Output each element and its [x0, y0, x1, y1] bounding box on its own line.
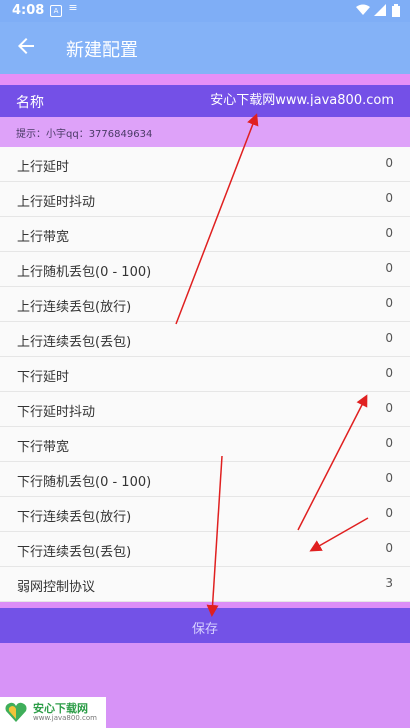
app-bar: 新建配置 [0, 22, 410, 74]
settings-row[interactable]: 下行延时抖动 0 [0, 392, 410, 427]
settings-row-value: 0 [385, 226, 393, 240]
name-input[interactable] [134, 91, 394, 106]
settings-row-value: 3 [385, 576, 393, 590]
settings-row-value: 0 [385, 296, 393, 310]
settings-row[interactable]: 下行连续丢包(放行) 0 [0, 497, 410, 532]
settings-row-label: 上行延时抖动 [17, 195, 96, 210]
settings-row-value: 0 [385, 331, 393, 345]
name-label: 名称 [16, 95, 44, 111]
notification-menu-icon: ≡ [68, 1, 78, 14]
settings-row-value: 0 [385, 156, 393, 170]
settings-list: 上行延时 0 上行延时抖动 0 上行带宽 0 上行随机丢包(0 - 100) 0 上行连续丢包(… [0, 147, 410, 602]
settings-row-label: 下行连续丢包(放行) [17, 510, 132, 525]
settings-row-label: 下行带宽 [17, 440, 70, 455]
settings-row-label: 下行延时抖动 [17, 405, 96, 420]
settings-row-label: 下行延时 [17, 370, 70, 385]
settings-row[interactable]: 上行延时抖动 0 [0, 182, 410, 217]
hint-text: 提示：小宇qq：3776849634 [16, 129, 153, 140]
settings-row-label: 上行延时 [17, 160, 70, 175]
hint-row: 提示：小宇qq：3776849634 [0, 117, 410, 147]
settings-row-label: 上行连续丢包(放行) [17, 300, 132, 315]
settings-row-label: 上行随机丢包(0 - 100) [17, 265, 152, 280]
name-field-row: 名称 [0, 85, 410, 117]
settings-row[interactable]: 上行随机丢包(0 - 100) 0 [0, 252, 410, 287]
settings-row[interactable]: 下行延时 0 [0, 357, 410, 392]
status-time: 4:08 [12, 3, 45, 18]
top-spacer [0, 74, 410, 85]
wifi-icon [356, 4, 370, 15]
settings-row[interactable]: 弱网控制协议 3 [0, 567, 410, 602]
settings-row-label: 下行连续丢包(丢包) [17, 545, 132, 560]
heart-logo-icon [5, 702, 27, 722]
settings-row-value: 0 [385, 436, 393, 450]
settings-row[interactable]: 上行连续丢包(放行) 0 [0, 287, 410, 322]
notification-a-icon: A [50, 5, 62, 17]
status-bar: 4:08 A ≡ [0, 0, 410, 22]
settings-row-label: 上行带宽 [17, 230, 70, 245]
settings-row[interactable]: 上行带宽 0 [0, 217, 410, 252]
settings-row[interactable]: 上行延时 0 [0, 147, 410, 182]
save-button-label: 保存 [191, 622, 218, 637]
back-arrow-icon[interactable] [14, 34, 38, 58]
settings-row-label: 上行连续丢包(丢包) [17, 335, 132, 350]
page-title: 新建配置 [66, 40, 138, 61]
settings-row[interactable]: 下行随机丢包(0 - 100) 0 [0, 462, 410, 497]
settings-row-value: 0 [385, 401, 393, 415]
save-button[interactable]: 保存 [0, 608, 410, 643]
signal-icon [374, 4, 386, 16]
settings-row-value: 0 [385, 366, 393, 380]
settings-row-value: 0 [385, 541, 393, 555]
settings-row-value: 0 [385, 471, 393, 485]
battery-icon [392, 4, 400, 17]
watermark-logo: 安心下载网 www.java800.com [0, 697, 106, 728]
settings-row[interactable]: 上行连续丢包(丢包) 0 [0, 322, 410, 357]
settings-row-value: 0 [385, 261, 393, 275]
settings-row-value: 0 [385, 191, 393, 205]
settings-row-value: 0 [385, 506, 393, 520]
watermark-url: www.java800.com [33, 714, 97, 722]
settings-row[interactable]: 下行带宽 0 [0, 427, 410, 462]
settings-row[interactable]: 下行连续丢包(丢包) 0 [0, 532, 410, 567]
settings-row-label: 下行随机丢包(0 - 100) [17, 475, 152, 490]
settings-row-label: 弱网控制协议 [17, 580, 96, 595]
